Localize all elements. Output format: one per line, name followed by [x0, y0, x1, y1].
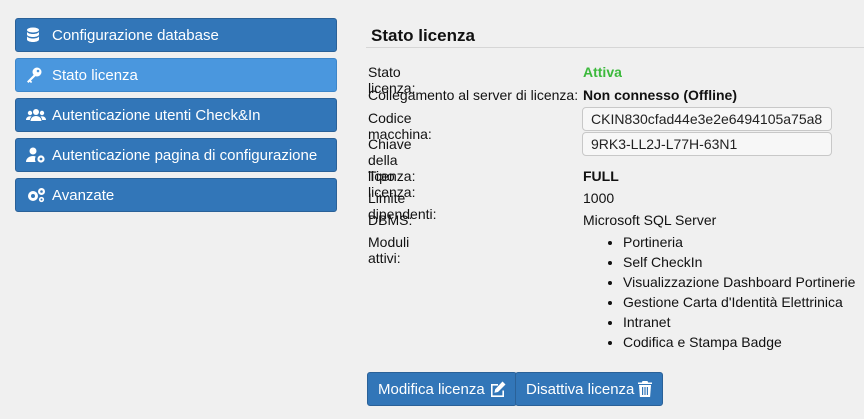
sidebar-item-configurazione-database[interactable]: Configurazione database: [15, 18, 337, 52]
modifica-licenza-label: Modifica licenza: [378, 380, 485, 398]
sidebar-item-autenticazione-pagina[interactable]: Autenticazione pagina di configurazione: [15, 138, 337, 172]
sidebar-item-label: Configurazione database: [52, 26, 219, 44]
list-item: Self CheckIn: [623, 252, 855, 272]
disattiva-licenza-label: Disattiva licenza: [526, 380, 635, 398]
sidebar-item-label: Stato licenza: [52, 66, 138, 84]
codice-macchina-field[interactable]: CKIN830cfad44e3e2e6494105a75a8: [582, 107, 832, 131]
sidebar-item-stato-licenza[interactable]: Stato licenza: [15, 58, 337, 92]
sidebar-nav: Configurazione database Stato licenza Au…: [15, 18, 337, 218]
users-icon: [26, 107, 48, 123]
page-title: Stato licenza: [371, 26, 475, 45]
collegamento-value: Non connesso (Offline): [583, 87, 737, 103]
sidebar-item-autenticazione-utenti[interactable]: Autenticazione utenti Check&In: [15, 98, 337, 132]
list-item: Intranet: [623, 312, 855, 332]
list-item: Codifica e Stampa Badge: [623, 332, 855, 352]
modules-list: Portineria Self CheckIn Visualizzazione …: [604, 232, 855, 352]
chiave-licenza-field[interactable]: 9RK3-LL2J-L77H-63N1: [582, 132, 832, 156]
sidebar-item-label: Autenticazione pagina di configurazione: [52, 146, 318, 164]
list-item: Portineria: [623, 232, 855, 252]
key-icon: [26, 67, 48, 83]
list-item: Gestione Carta d'Identità Elettrinica: [623, 292, 855, 312]
status-badge: Attiva: [583, 64, 622, 80]
collegamento-label: Collegamento al server di licenza:: [368, 87, 579, 103]
sidebar-item-label: Avanzate: [52, 186, 115, 204]
trash-icon: [638, 381, 653, 397]
list-item: Visualizzazione Dashboard Portinerie: [623, 272, 855, 292]
modifica-licenza-button[interactable]: Modifica licenza: [367, 372, 517, 406]
title-divider: [366, 47, 864, 48]
limite-value: 1000: [583, 190, 615, 206]
dbms-label: DBMS:: [368, 212, 413, 228]
moduli-label: Moduli attivi:: [368, 234, 410, 266]
sidebar-item-label: Autenticazione utenti Check&In: [52, 106, 261, 124]
disattiva-licenza-button[interactable]: Disattiva licenza: [515, 372, 664, 406]
cogs-icon: [26, 187, 48, 203]
tipo-value: FULL: [583, 168, 619, 184]
database-icon: [26, 27, 48, 43]
sidebar-item-avanzate[interactable]: Avanzate: [15, 178, 337, 212]
user-cog-icon: [26, 147, 48, 163]
edit-icon: [490, 381, 506, 397]
dbms-value: Microsoft SQL Server: [583, 212, 717, 228]
